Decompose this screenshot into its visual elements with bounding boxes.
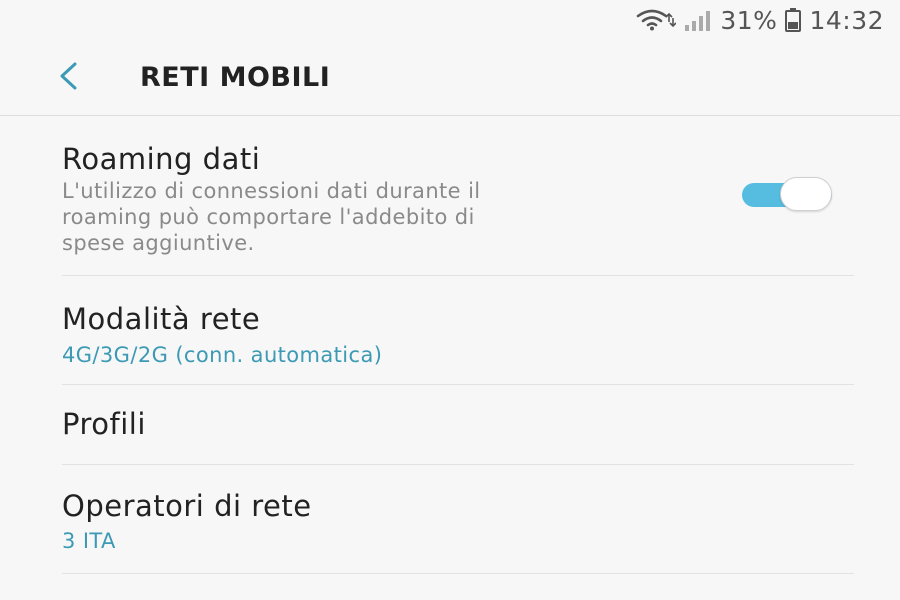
operators-title: Operatori di rete [62, 489, 312, 523]
roaming-title: Roaming dati [62, 142, 261, 176]
settings-list: Roaming dati L'utilizzo di connessioni d… [0, 116, 900, 574]
operatori-di-rete-setting[interactable]: Operatori di rete 3 ITA [62, 465, 854, 574]
signal-icon [684, 9, 712, 31]
status-bar: 31% 14:32 [0, 0, 900, 40]
back-button[interactable] [44, 58, 92, 98]
profili-setting[interactable]: Profili [62, 385, 854, 465]
roaming-toggle[interactable] [740, 177, 834, 213]
toggle-thumb [780, 177, 832, 211]
profiles-title: Profili [62, 407, 146, 441]
battery-icon [785, 8, 802, 32]
modalita-rete-setting[interactable]: Modalità rete 4G/3G/2G (conn. automatica… [62, 276, 854, 385]
roaming-summary-line: L'utilizzo di connessioni dati durante i… [62, 179, 481, 203]
chevron-left-icon [55, 61, 81, 95]
battery-percentage: 31% [720, 5, 778, 35]
roaming-dati-setting[interactable]: Roaming dati L'utilizzo di connessioni d… [62, 116, 854, 276]
network-mode-value: 4G/3G/2G (conn. automatica) [62, 343, 383, 367]
roaming-summary-line: roaming può comportare l'addebito di [62, 205, 475, 229]
operators-value: 3 ITA [62, 529, 116, 553]
wifi-data-icon [636, 9, 677, 31]
roaming-summary: L'utilizzo di connessioni dati durante i… [62, 178, 642, 256]
app-bar: RETI MOBILI [0, 40, 900, 116]
roaming-summary-line: spese aggiuntive. [62, 231, 255, 255]
network-mode-title: Modalità rete [62, 302, 261, 336]
clock: 14:32 [809, 5, 884, 35]
page-title: RETI MOBILI [140, 62, 331, 93]
